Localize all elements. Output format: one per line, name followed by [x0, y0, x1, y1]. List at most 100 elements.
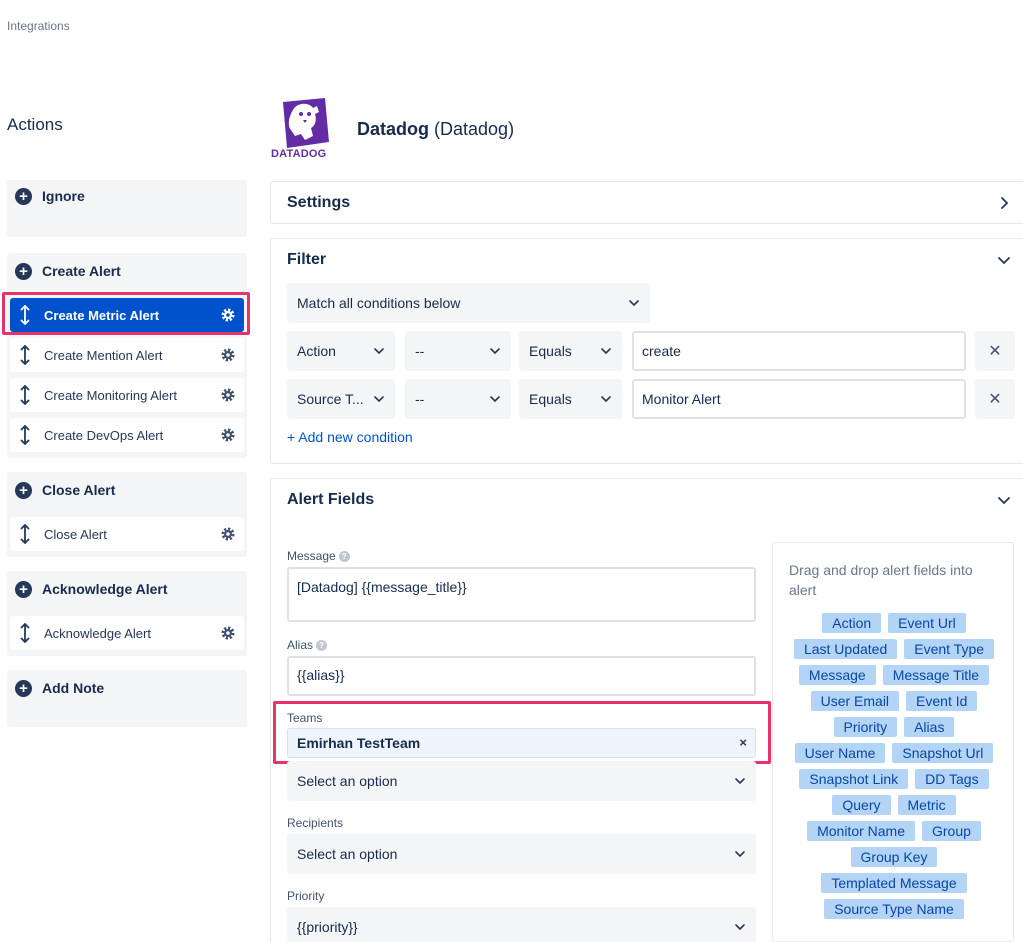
select-value: -- — [415, 343, 425, 359]
add-note-button[interactable]: + Add Note — [7, 670, 247, 706]
match-conditions-select[interactable]: Match all conditions below — [287, 283, 650, 323]
select-value: -- — [415, 391, 425, 407]
priority-label: Priority — [287, 889, 325, 903]
alert-field-chip[interactable]: Event Type — [904, 639, 995, 659]
chip-row: Monitor Name Group — [773, 821, 1015, 847]
chevron-down-icon[interactable] — [997, 493, 1011, 507]
alert-field-chip[interactable]: Query — [832, 795, 891, 815]
condition-field-select[interactable]: Source T... — [287, 379, 395, 419]
chevron-down-icon[interactable] — [997, 253, 1011, 267]
teams-select[interactable]: Select an option — [287, 761, 756, 801]
message-textarea[interactable]: [Datadog] {{message_title}} — [287, 567, 756, 622]
alias-input[interactable]: {{alias}} — [287, 656, 756, 696]
alert-field-chip[interactable]: Message — [798, 665, 876, 685]
group-label: Close Alert — [42, 482, 116, 498]
action-item-create-devops-alert[interactable]: Create DevOps Alert — [10, 418, 244, 452]
action-group-close-alert: + Close Alert Close Alert — [7, 472, 247, 557]
action-item-close-alert[interactable]: Close Alert — [10, 517, 244, 551]
condition-value-input[interactable]: create — [632, 331, 966, 371]
alert-field-chip[interactable]: Action — [822, 613, 882, 633]
action-item-create-monitoring-alert[interactable]: Create Monitoring Alert — [10, 378, 244, 412]
drag-handle-icon[interactable] — [20, 425, 30, 445]
alert-field-chip[interactable]: User Email — [810, 691, 900, 711]
alert-field-chip[interactable]: Snapshot Link — [799, 769, 909, 789]
gear-icon[interactable] — [220, 427, 236, 443]
settings-panel-header[interactable]: Settings — [270, 181, 1023, 224]
action-group-ignore: + Ignore — [7, 180, 247, 237]
add-close-alert-button[interactable]: + Close Alert — [7, 472, 247, 508]
recipients-label: Recipients — [287, 816, 344, 830]
alert-field-chip[interactable]: Alias — [904, 717, 955, 737]
alert-field-chip[interactable]: Group Key — [850, 847, 938, 867]
condition-field-select[interactable]: Action — [287, 331, 395, 371]
alert-field-chip[interactable]: Source Type Name — [824, 899, 964, 919]
gear-icon[interactable] — [220, 625, 236, 641]
chevron-right-icon[interactable] — [997, 196, 1011, 210]
add-create-alert-button[interactable]: + Create Alert — [7, 253, 247, 289]
select-value: Match all conditions below — [297, 295, 461, 311]
action-group-create-alert: + Create Alert Create Metric Alert Creat… — [7, 253, 247, 458]
chip-row: Snapshot Link DD Tags — [773, 769, 1015, 795]
add-acknowledge-alert-button[interactable]: + Acknowledge Alert — [7, 571, 247, 607]
integration-title: Datadog (Datadog) — [357, 119, 514, 140]
condition-not-select[interactable]: -- — [405, 379, 511, 419]
gear-icon[interactable] — [220, 526, 236, 542]
action-item-label: Create DevOps Alert — [44, 427, 164, 443]
alert-field-chip[interactable]: Group — [922, 821, 981, 841]
help-icon[interactable]: ? — [316, 639, 328, 651]
alert-field-chip[interactable]: Event Url — [888, 613, 966, 633]
breadcrumb[interactable]: Integrations — [7, 19, 70, 33]
drag-handle-icon[interactable] — [20, 345, 30, 365]
alert-field-chip[interactable]: Metric — [897, 795, 956, 815]
priority-select[interactable]: {{priority}} — [287, 907, 756, 942]
panel-title: Settings — [287, 194, 351, 211]
gear-icon[interactable] — [220, 387, 236, 403]
condition-operator-select[interactable]: Equals — [519, 331, 622, 371]
add-ignore-button[interactable]: + Ignore — [7, 178, 247, 214]
select-value: Equals — [529, 343, 572, 359]
action-item-label: Acknowledge Alert — [44, 625, 151, 641]
chevron-down-icon — [735, 924, 745, 931]
action-item-acknowledge-alert[interactable]: Acknowledge Alert — [10, 616, 244, 650]
drag-handle-icon[interactable] — [20, 385, 30, 405]
select-value: Action — [297, 343, 336, 359]
chip-row: Action Event Url — [773, 613, 1015, 639]
chevron-down-icon — [629, 300, 639, 307]
chip-row: Templated Message — [773, 873, 1015, 899]
chip-row: Group Key — [773, 847, 1015, 873]
chip-row: Message Message Title — [773, 665, 1015, 691]
alert-field-chip[interactable]: Event Id — [906, 691, 978, 711]
action-group-acknowledge-alert: + Acknowledge Alert Acknowledge Alert — [7, 571, 247, 656]
help-icon[interactable]: ? — [338, 550, 350, 562]
select-value: {{priority}} — [297, 919, 358, 935]
select-value: Select an option — [297, 846, 398, 862]
alert-field-chip[interactable]: Monitor Name — [807, 821, 915, 841]
condition-not-select[interactable]: -- — [405, 331, 511, 371]
actions-title: Actions — [7, 115, 63, 134]
alert-field-chip[interactable]: Last Updated — [793, 639, 898, 659]
condition-operator-select[interactable]: Equals — [519, 379, 622, 419]
alert-field-chip[interactable]: Message Title — [882, 665, 990, 685]
recipients-select[interactable]: Select an option — [287, 834, 756, 874]
highlight-box — [273, 701, 771, 764]
action-item-label: Create Mention Alert — [44, 347, 163, 363]
action-item-create-mention-alert[interactable]: Create Mention Alert — [10, 338, 244, 372]
drag-handle-icon[interactable] — [20, 623, 30, 643]
group-label: Acknowledge Alert — [42, 581, 168, 597]
chevron-down-icon — [374, 348, 384, 355]
drag-handle-icon[interactable] — [20, 524, 30, 544]
alert-field-chip[interactable]: DD Tags — [915, 769, 989, 789]
panel-title: Filter — [287, 251, 327, 268]
condition-value-input[interactable]: Monitor Alert — [632, 379, 966, 419]
gear-icon[interactable] — [220, 347, 236, 363]
chip-row: Priority Alias — [773, 717, 1015, 743]
remove-condition-button[interactable]: ✕ — [975, 379, 1015, 419]
alert-field-chip[interactable]: Snapshot Url — [892, 743, 994, 763]
alert-field-chip[interactable]: Templated Message — [821, 873, 967, 893]
remove-condition-button[interactable]: ✕ — [975, 331, 1015, 371]
alert-field-chip[interactable]: User Name — [794, 743, 886, 763]
add-condition-link[interactable]: + Add new condition — [287, 429, 413, 445]
alert-field-chip[interactable]: Priority — [833, 717, 898, 737]
drag-hint-text: Drag and drop alert fields into alert — [789, 562, 973, 598]
select-value: Select an option — [297, 773, 398, 789]
